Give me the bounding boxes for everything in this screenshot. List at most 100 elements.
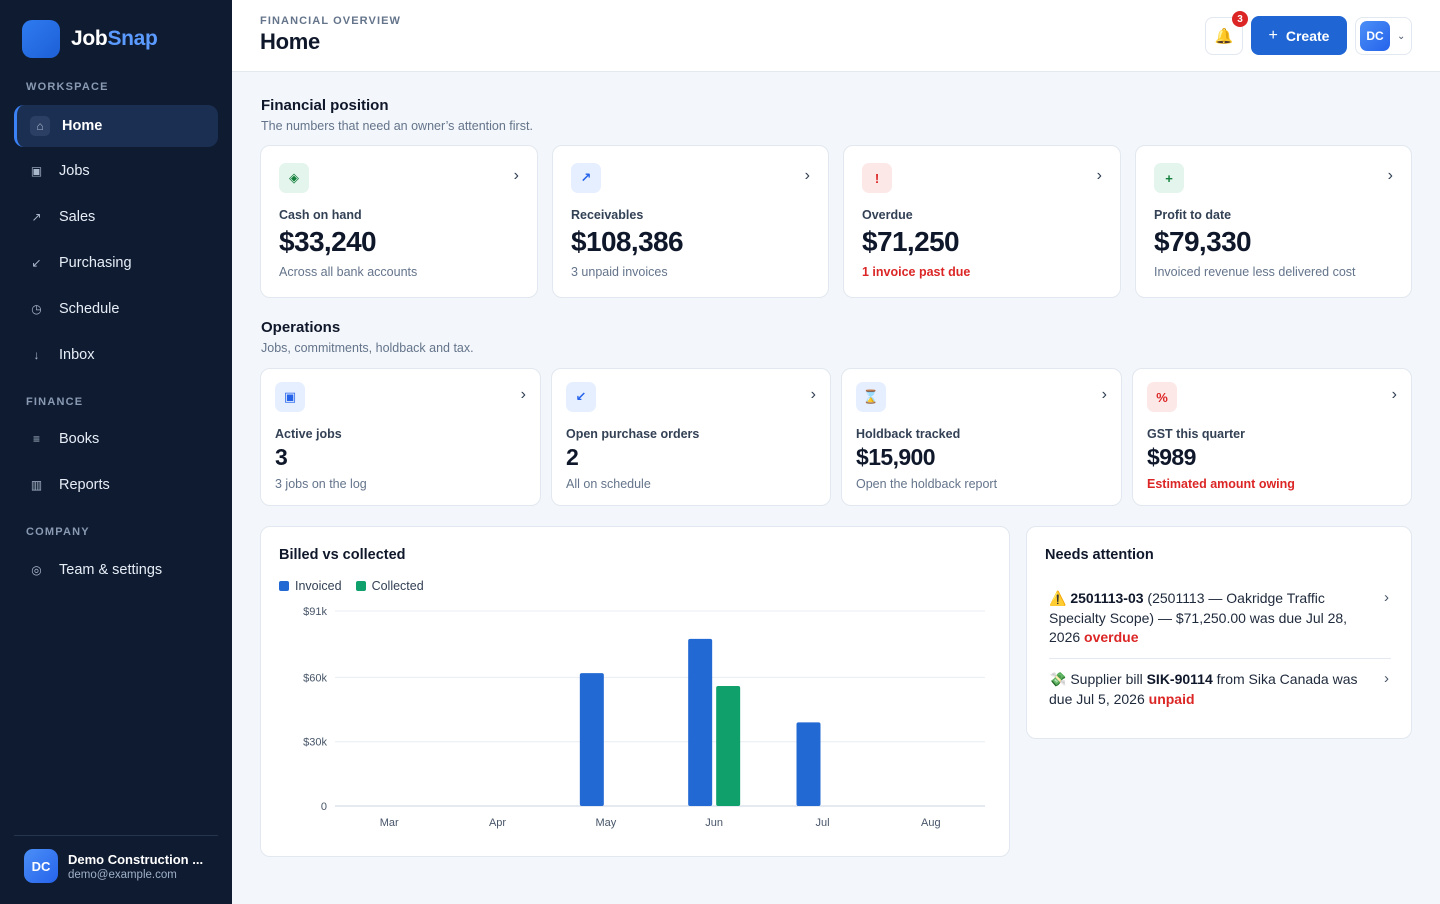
chevron-right-icon[interactable]: › — [805, 167, 810, 185]
bar-invoiced-jun — [688, 638, 713, 806]
sidebar-item-home[interactable]: ⌂ Home — [14, 105, 218, 147]
sidebar-item-books[interactable]: ≡ Books — [14, 418, 218, 460]
bar-invoiced-jul — [796, 722, 821, 806]
sidebar-item-team-settings[interactable]: ◎ Team & settings — [14, 549, 218, 591]
home-icon: ⌂ — [30, 116, 50, 136]
sidebar-item-inbox[interactable]: ↓ Inbox — [14, 334, 218, 376]
status-badge: overdue — [1084, 629, 1139, 645]
metric-label: Overdue — [862, 208, 913, 222]
metric-note: 3 unpaid invoices — [571, 265, 668, 279]
plus-icon: + — [1268, 26, 1278, 44]
brand[interactable]: JobSnap — [22, 20, 158, 58]
bar-invoiced-may — [579, 673, 604, 806]
sidebar: JobSnap WORKSPACE ⌂ Home ▣ Jobs ↗ Sales … — [0, 0, 232, 904]
sidebar-item-label: Reports — [59, 477, 110, 493]
chevron-down-icon: ⌄ — [1397, 30, 1406, 42]
create-button[interactable]: + Create — [1251, 16, 1347, 55]
sidebar-item-jobs[interactable]: ▣ Jobs — [14, 150, 218, 192]
bar-chart: 0 $30k $60k $91k Mar Apr May Jun Jul Aug — [303, 606, 985, 829]
sidebar-item-sales[interactable]: ↗ Sales — [14, 196, 218, 238]
financial-card-profit-to-date[interactable]: + › Profit to date $79,330 Invoiced revenue … — [1135, 145, 1412, 298]
sidebar-item-purchasing[interactable]: ↙ Purchasing — [14, 242, 218, 284]
sidebar-item-label: Books — [59, 431, 100, 447]
x-tick-label: May — [595, 817, 616, 829]
needs-attention-panel: Needs attention ⚠️ 2501113-03 (2501113 —… — [1026, 526, 1412, 739]
metric-value: $15,900 — [856, 444, 936, 470]
metric-value: 2 — [566, 444, 579, 470]
page-eyebrow: FINANCIAL OVERVIEW — [260, 15, 402, 27]
chevron-right-icon[interactable]: › — [514, 167, 519, 185]
metric-note: Estimated amount owing — [1147, 477, 1295, 491]
create-button-label: Create — [1285, 27, 1330, 44]
money-icon: 💸 — [1049, 671, 1067, 687]
operations-card-holdback-tracked[interactable]: ⌛ › Holdback tracked $15,900 Open the holdba… — [841, 368, 1122, 506]
x-tick-label: Apr — [489, 817, 506, 829]
metric-icon: ▣ — [275, 382, 305, 412]
user-menu-button[interactable]: DC ⌄ — [1355, 17, 1412, 55]
page-title: Home — [260, 29, 320, 54]
account-email: demo@example.com — [68, 868, 177, 881]
sidebar-item-label: Schedule — [59, 301, 120, 317]
avatar: DC — [24, 849, 58, 883]
chevron-right-icon[interactable]: › — [1388, 167, 1393, 185]
sidebar-item-schedule[interactable]: ◷ Schedule — [14, 288, 218, 330]
metric-value: $33,240 — [279, 226, 377, 257]
attention-item-overdue-invoice[interactable]: ⚠️ 2501113-03 (2501113 — Oakridge Traffi… — [1049, 589, 1365, 648]
metric-value: $79,330 — [1154, 226, 1252, 257]
metric-label: Cash on hand — [279, 208, 362, 222]
needs-attention-title: Needs attention — [1045, 547, 1154, 563]
metric-note: Open the holdback report — [856, 477, 998, 491]
metric-icon: ↗ — [571, 163, 601, 193]
chevron-right-icon[interactable]: › — [811, 386, 816, 404]
jobs-icon: ▣ — [30, 164, 43, 178]
x-tick-label: Jul — [815, 817, 829, 829]
metric-note: Invoiced revenue less delivered cost — [1154, 265, 1356, 279]
settings-icon: ◎ — [31, 563, 42, 577]
metric-icon: ! — [862, 163, 892, 193]
financial-card-receivables[interactable]: ↗ › Receivables $108,386 3 unpaid invoices — [552, 145, 829, 298]
bill-ref: SIK-90114 — [1146, 671, 1213, 687]
operations-card-gst-this-quarter[interactable]: % › GST this quarter $989 Estimated amount o… — [1132, 368, 1412, 506]
status-badge: unpaid — [1148, 690, 1195, 707]
brand-logo — [22, 20, 60, 58]
x-tick-label: Mar — [380, 817, 399, 829]
sidebar-item-reports[interactable]: ▥ Reports — [14, 464, 218, 506]
metric-label: Profit to date — [1154, 208, 1232, 222]
metric-label: Holdback tracked — [856, 427, 961, 441]
chevron-right-icon[interactable]: › — [1384, 589, 1389, 606]
operations-card-active-jobs[interactable]: ▣ › Active jobs 3 3 jobs on the log — [260, 368, 541, 506]
section-subtitle-financial: The numbers that need an owner’s attenti… — [261, 119, 533, 133]
nav-section-company: COMPANY — [26, 526, 90, 538]
metric-note: 3 jobs on the log — [275, 477, 367, 491]
attention-prefix: Supplier bill — [1066, 671, 1147, 687]
metric-note: Across all bank accounts — [279, 265, 418, 279]
attention-item-unpaid-bill[interactable]: 💸 Supplier bill SIK-90114 from Sika Cana… — [1049, 670, 1365, 709]
metric-value: $71,250 — [862, 226, 960, 257]
invoice-ref: 2501113-03 — [1070, 590, 1144, 606]
metric-icon: ↙ — [566, 382, 596, 412]
metric-icon: ⌛ — [856, 382, 886, 412]
financial-card-overdue[interactable]: ! › Overdue $71,250 1 invoice past due — [843, 145, 1121, 298]
billed-vs-collected-panel: Billed vs collected Invoiced Collected 0… — [260, 526, 1010, 857]
nav-section-workspace: WORKSPACE — [26, 81, 109, 93]
metric-label: GST this quarter — [1147, 427, 1245, 441]
y-tick-label: 0 — [321, 801, 327, 813]
chevron-right-icon[interactable]: › — [1097, 167, 1102, 185]
metric-value: $108,386 — [571, 226, 684, 257]
divider — [1049, 658, 1391, 659]
metric-label: Receivables — [571, 208, 644, 222]
chevron-right-icon[interactable]: › — [521, 386, 526, 404]
operations-card-open-purchase-orders[interactable]: ↙ › Open purchase orders 2 All on schedule — [551, 368, 831, 506]
metric-note: 1 invoice past due — [862, 265, 971, 279]
top-bar: FINANCIAL OVERVIEW Home 🔔 3 + Create DC … — [232, 0, 1440, 72]
sidebar-item-label: Purchasing — [59, 255, 132, 271]
account-name: Demo Construction ... — [68, 851, 204, 867]
y-tick-label: $91k — [303, 606, 327, 618]
warning-icon: ⚠️ — [1049, 590, 1067, 606]
chevron-right-icon[interactable]: › — [1384, 670, 1389, 687]
chevron-right-icon[interactable]: › — [1392, 386, 1397, 404]
chevron-right-icon[interactable]: › — [1102, 386, 1107, 404]
reports-icon: ▥ — [30, 478, 43, 492]
account-switcher[interactable]: DC Demo Construction ... demo@example.co… — [14, 835, 218, 883]
financial-card-cash-on-hand[interactable]: ◈ › Cash on hand $33,240 Across all bank acc… — [260, 145, 538, 298]
